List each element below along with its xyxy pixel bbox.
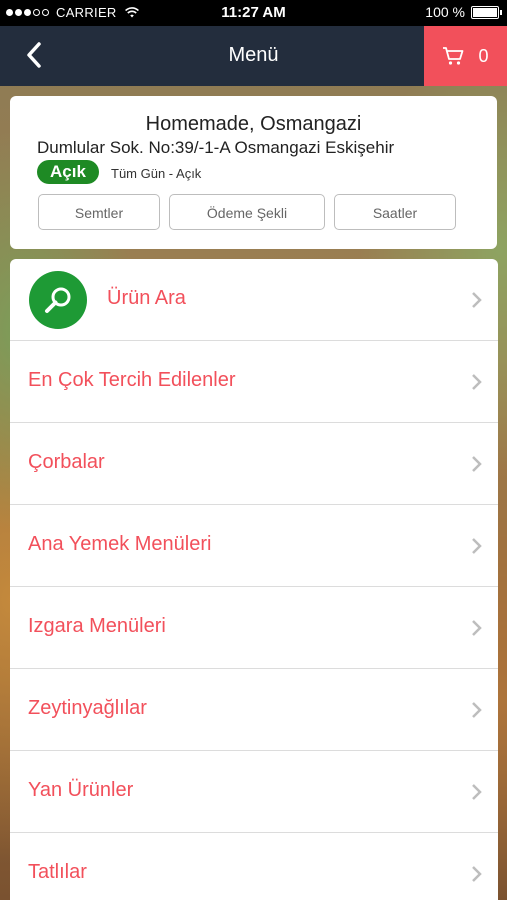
chevron-right-icon bbox=[472, 784, 482, 800]
open-status-badge: Açık bbox=[37, 160, 99, 184]
chevron-right-icon bbox=[472, 866, 482, 882]
menu-item-soups[interactable]: Çorbalar bbox=[10, 423, 498, 505]
cart-count: 0 bbox=[478, 45, 489, 66]
opening-hours: Tüm Gün - Açık bbox=[111, 166, 202, 181]
restaurant-info-card: Homemade, Osmangazi Dumlular Sok. No:39/… bbox=[10, 96, 497, 249]
menu-item-desserts[interactable]: Tatlılar bbox=[10, 833, 498, 900]
menu-item-grill-menus[interactable]: Izgara Menüleri bbox=[10, 587, 498, 669]
menu-item-olive-oil-dishes[interactable]: Zeytinyağlılar bbox=[10, 669, 498, 751]
menu-item-label: Çorbalar bbox=[28, 451, 105, 473]
battery-percent: 100 % bbox=[425, 4, 465, 20]
menu-item-side-products[interactable]: Yan Ürünler bbox=[10, 751, 498, 833]
restaurant-name: Homemade, Osmangazi bbox=[145, 113, 362, 135]
hours-button[interactable]: Saatler bbox=[334, 194, 456, 230]
chevron-right-icon bbox=[472, 702, 482, 718]
chevron-right-icon bbox=[472, 292, 482, 308]
menu-item-label: Ana Yemek Menüleri bbox=[28, 533, 212, 555]
menu-category-list: Ürün Ara En Çok Tercih Edilenler Çorbala… bbox=[10, 259, 498, 900]
search-icon bbox=[29, 271, 87, 329]
menu-item-label: Yan Ürünler bbox=[28, 779, 134, 801]
menu-item-label: Zeytinyağlılar bbox=[28, 697, 147, 719]
menu-item-label: Ürün Ara bbox=[107, 287, 186, 309]
payment-method-button[interactable]: Ödeme Şekli bbox=[169, 194, 325, 230]
chevron-right-icon bbox=[472, 538, 482, 554]
nav-bar: Menü 0 bbox=[0, 26, 507, 86]
menu-item-main-course-menus[interactable]: Ana Yemek Menüleri bbox=[10, 505, 498, 587]
chevron-right-icon bbox=[472, 456, 482, 472]
menu-item-most-preferred[interactable]: En Çok Tercih Edilenler bbox=[10, 341, 498, 423]
menu-item-label: Izgara Menüleri bbox=[28, 615, 166, 637]
chevron-right-icon bbox=[472, 620, 482, 636]
cart-icon bbox=[443, 47, 464, 65]
cart-button[interactable]: 0 bbox=[424, 26, 507, 86]
battery-icon bbox=[471, 5, 502, 19]
chevron-right-icon bbox=[472, 374, 482, 390]
districts-button[interactable]: Semtler bbox=[38, 194, 160, 230]
battery-area: 100 % bbox=[425, 4, 502, 20]
menu-item-label: Tatlılar bbox=[28, 861, 87, 883]
menu-item-product-search[interactable]: Ürün Ara bbox=[10, 259, 498, 341]
restaurant-address: Dumlular Sok. No:39/-1-A Osmangazi Eskiş… bbox=[37, 138, 395, 157]
status-bar: CARRIER 11:27 AM 100 % bbox=[0, 0, 507, 26]
menu-item-label: En Çok Tercih Edilenler bbox=[28, 369, 236, 391]
